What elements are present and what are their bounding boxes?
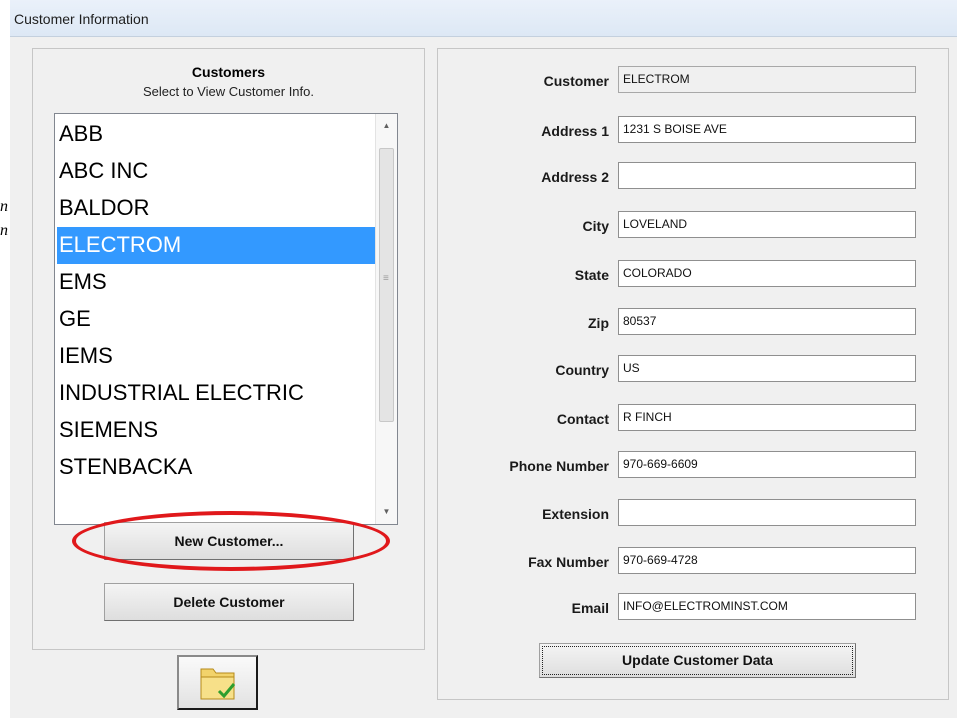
list-item[interactable]: SIEMENS <box>57 412 377 449</box>
address2-field[interactable] <box>618 162 916 189</box>
list-item[interactable]: EMS <box>57 264 377 301</box>
fax-field[interactable]: 970-669-4728 <box>618 547 916 574</box>
address1-field[interactable]: 1231 S BOISE AVE <box>618 116 916 143</box>
list-scrollbar[interactable]: ▲ ≡ ▼ <box>375 114 397 524</box>
field-row-address2: Address 2 <box>437 162 949 194</box>
phone-field[interactable]: 970-669-6609 <box>618 451 916 478</box>
list-item[interactable]: ABB <box>57 116 377 153</box>
country-field[interactable]: US <box>618 355 916 382</box>
customer-listbox[interactable]: ABB ABC INC BALDOR ELECTROM EMS GE IEMS … <box>54 113 398 525</box>
list-item[interactable]: GE <box>57 301 377 338</box>
list-item[interactable]: BALDOR <box>57 190 377 227</box>
field-row-customer: Customer ELECTROM <box>437 66 949 98</box>
list-item[interactable]: IEMS <box>57 338 377 375</box>
title-bar: Customer Information <box>10 0 957 37</box>
extension-field[interactable] <box>618 499 916 526</box>
field-row-email: Email INFO@ELECTROMINST.COM <box>437 593 949 625</box>
phone-label: Phone Number <box>509 458 609 474</box>
field-row-state: State COLORADO <box>437 260 949 292</box>
update-customer-data-button[interactable]: Update Customer Data <box>539 643 856 678</box>
extension-label: Extension <box>542 506 609 522</box>
address1-label: Address 1 <box>541 123 609 139</box>
new-customer-button[interactable]: New Customer... <box>104 522 354 560</box>
zip-label: Zip <box>588 315 609 331</box>
grip-icon: ≡ <box>383 273 389 284</box>
field-row-city: City LOVELAND <box>437 211 949 243</box>
scroll-down-icon[interactable]: ▼ <box>376 502 397 522</box>
customers-subheading: Select to View Customer Info. <box>142 84 314 99</box>
list-item[interactable]: STENBACKA <box>57 449 377 486</box>
field-row-phone: Phone Number 970-669-6609 <box>437 451 949 483</box>
contact-label: Contact <box>556 411 609 427</box>
city-field[interactable]: LOVELAND <box>618 211 916 238</box>
customer-information-window: Customer Information Customers Select to… <box>10 0 957 718</box>
customers-heading: Customers <box>191 64 266 80</box>
field-row-extension: Extension <box>437 499 949 531</box>
fax-label: Fax Number <box>528 554 609 570</box>
field-row-fax: Fax Number 970-669-4728 <box>437 547 949 579</box>
list-item[interactable]: INDUSTRIAL ELECTRIC <box>57 375 377 412</box>
customer-label: Customer <box>543 73 609 89</box>
folder-check-icon <box>200 668 236 700</box>
field-row-address1: Address 1 1231 S BOISE AVE <box>437 116 949 148</box>
cropped-text-fragment: n <box>0 198 8 215</box>
field-row-country: Country US <box>437 355 949 387</box>
scroll-up-icon[interactable]: ▲ <box>376 116 397 136</box>
customer-field: ELECTROM <box>618 66 916 93</box>
state-label: State <box>574 267 609 283</box>
email-field[interactable]: INFO@ELECTROMINST.COM <box>618 593 916 620</box>
delete-customer-button[interactable]: Delete Customer <box>104 583 354 621</box>
cropped-text-fragment: n <box>0 222 8 239</box>
contact-field[interactable]: R FINCH <box>618 404 916 431</box>
state-field[interactable]: COLORADO <box>618 260 916 287</box>
address2-label: Address 2 <box>541 169 609 185</box>
field-row-contact: Contact R FINCH <box>437 404 949 436</box>
list-item-selected[interactable]: ELECTROM <box>57 227 377 264</box>
scroll-thumb[interactable]: ≡ <box>379 148 394 422</box>
email-label: Email <box>571 600 609 616</box>
ok-button[interactable] <box>177 655 258 710</box>
country-label: Country <box>555 362 609 378</box>
zip-field[interactable]: 80537 <box>618 308 916 335</box>
window-title: Customer Information <box>14 11 149 27</box>
field-row-zip: Zip 80537 <box>437 308 949 340</box>
city-label: City <box>582 218 609 234</box>
list-item[interactable]: ABC INC <box>57 153 377 190</box>
